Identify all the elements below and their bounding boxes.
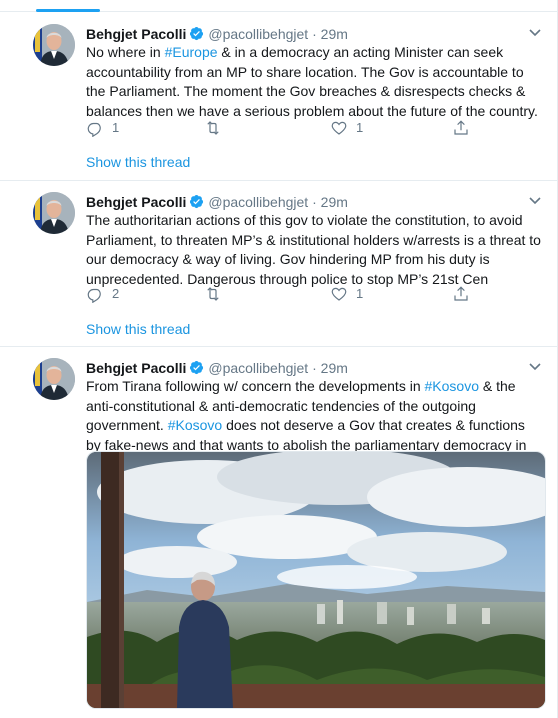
avatar[interactable] (33, 192, 75, 234)
text-segment: No where in (86, 44, 165, 60)
reply-count: 2 (112, 286, 120, 301)
author-name[interactable]: Behgjet Pacolli (86, 26, 186, 42)
tweet-actions: 1 1 (86, 118, 486, 138)
tweet-header: Behgjet Pacolli @pacollibehgjet · 29m (86, 24, 348, 44)
timestamp[interactable]: 29m (321, 26, 348, 42)
tweet[interactable]: Behgjet Pacolli @pacollibehgjet · 29m Fro… (0, 346, 557, 718)
reply-count: 1 (112, 120, 120, 135)
timestamp[interactable]: 29m (321, 360, 348, 376)
author-handle[interactable]: @pacollibehgjet (208, 26, 308, 42)
show-thread-link[interactable]: Show this thread (86, 319, 190, 339)
tweet-photo[interactable] (86, 451, 546, 709)
like-icon (331, 287, 347, 301)
like-count: 1 (356, 120, 364, 135)
share-icon (454, 286, 468, 301)
tweet-text: No where in #Europe & in a democracy an … (86, 43, 541, 121)
text-segment: From Tirana following w/ concern the dev… (86, 378, 425, 394)
avatar[interactable] (33, 24, 75, 66)
retweet-icon (207, 287, 219, 301)
retweet-icon (207, 121, 219, 135)
author-name[interactable]: Behgjet Pacolli (86, 194, 186, 210)
like-icon (331, 121, 347, 135)
caret-down-icon[interactable] (527, 192, 543, 208)
reply-icon (87, 122, 101, 137)
caret-down-icon[interactable] (527, 358, 543, 374)
timestamp[interactable]: 29m (321, 194, 348, 210)
separator-dot: · (312, 26, 317, 42)
hashtag-link[interactable]: #Europe (165, 44, 218, 60)
tweet[interactable]: Behgjet Pacolli @pacollibehgjet · 29m No … (0, 12, 557, 181)
verified-badge-icon (190, 360, 204, 375)
tweet[interactable]: Behgjet Pacolli @pacollibehgjet · 29m The… (0, 180, 557, 347)
reply-icon (87, 288, 101, 303)
tweet-header: Behgjet Pacolli @pacollibehgjet · 29m (86, 192, 348, 212)
author-name[interactable]: Behgjet Pacolli (86, 360, 186, 376)
like-count: 1 (356, 286, 364, 301)
caret-down-icon[interactable] (527, 24, 543, 40)
tab-indicator-bar (0, 0, 558, 12)
author-handle[interactable]: @pacollibehgjet (208, 194, 308, 210)
tweet-actions: 2 1 (86, 284, 486, 304)
separator-dot: · (312, 360, 317, 376)
hashtag-link[interactable]: #Kosovo (425, 378, 479, 394)
show-thread-link[interactable]: Show this thread (86, 152, 190, 172)
author-handle[interactable]: @pacollibehgjet (208, 360, 308, 376)
hashtag-link[interactable]: #Kosovo (168, 417, 222, 433)
verified-badge-icon (190, 194, 204, 209)
separator-dot: · (312, 194, 317, 210)
photo-image (87, 452, 545, 708)
verified-badge-icon (190, 26, 204, 41)
share-icon (454, 120, 468, 135)
tweet-text: The authoritarian actions of this gov to… (86, 212, 541, 287)
avatar[interactable] (33, 358, 75, 400)
tweet-header: Behgjet Pacolli @pacollibehgjet · 29m (86, 358, 348, 378)
